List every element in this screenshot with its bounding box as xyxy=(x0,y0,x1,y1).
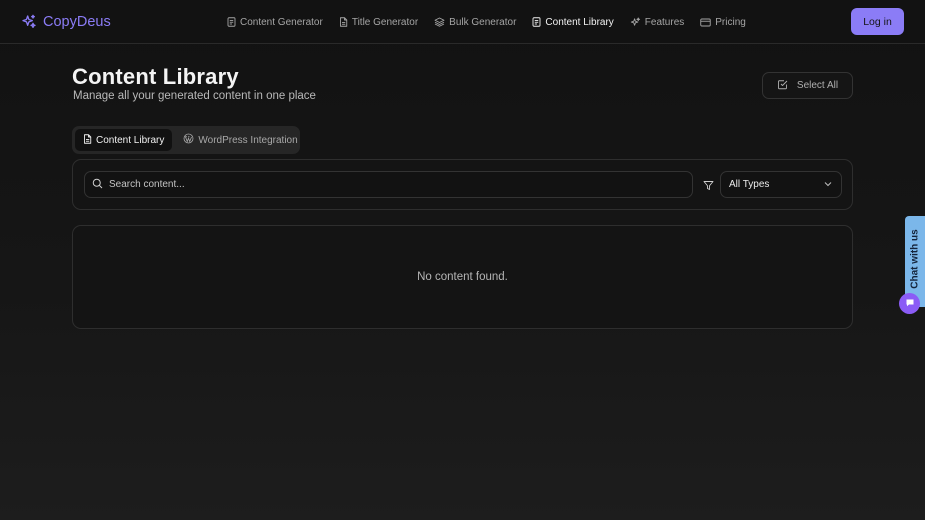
credit-card-icon xyxy=(700,18,711,27)
wordpress-icon xyxy=(183,133,194,147)
filter-panel: All Types xyxy=(72,159,853,210)
search-input[interactable] xyxy=(109,179,669,190)
nav-item-label: Pricing xyxy=(715,16,746,28)
layers-icon xyxy=(434,17,445,27)
document-icon xyxy=(532,17,541,27)
nav-item-label: Bulk Generator xyxy=(449,16,517,28)
chat-widget-label: Chat with us xyxy=(909,229,921,289)
nav-item-title-generator[interactable]: Title Generator xyxy=(339,17,418,28)
tab-label: Content Library xyxy=(96,134,165,146)
tab-label: WordPress Integration xyxy=(198,134,298,146)
nav-item-content-library[interactable]: Content Library xyxy=(532,16,614,28)
document-icon xyxy=(227,17,236,27)
nav-item-features[interactable]: Features xyxy=(630,17,684,28)
nav-item-bulk-generator[interactable]: Bulk Generator xyxy=(434,17,516,28)
tab-wordpress-integration[interactable]: WordPress Integration xyxy=(175,129,305,151)
filter-icon[interactable] xyxy=(703,178,714,196)
page-subtitle: Manage all your generated content in one… xyxy=(73,90,316,102)
page-title: Content Library xyxy=(72,64,239,89)
nav-item-pricing[interactable]: Pricing xyxy=(700,17,746,28)
chat-icon xyxy=(905,295,915,313)
nav-item-label: Content Generator xyxy=(240,16,323,28)
tab-content-library[interactable]: Content Library xyxy=(75,129,173,151)
chat-bubble-button[interactable] xyxy=(899,293,920,314)
search-box[interactable] xyxy=(84,171,693,198)
type-select[interactable]: All Types xyxy=(720,171,842,198)
top-navigation-bar: CopyDeus Content Generator Title Generat… xyxy=(0,0,925,44)
nav-item-label: Features xyxy=(644,16,685,28)
select-all-button[interactable]: Select All xyxy=(762,72,853,99)
nav-item-content-generator[interactable]: Content Generator xyxy=(227,17,323,28)
file-icon xyxy=(339,17,348,27)
select-all-label: Select All xyxy=(796,80,839,91)
login-button[interactable]: Log in xyxy=(851,8,904,35)
brand-logo[interactable]: CopyDeus xyxy=(21,12,111,32)
nav-item-label: Content Library xyxy=(545,16,614,28)
library-tabs: Content Library WordPress Integration xyxy=(72,126,300,154)
empty-state-message: No content found. xyxy=(417,271,508,283)
checkbox-icon xyxy=(777,79,788,93)
main-nav: Content Generator Title Generator Bulk G… xyxy=(227,14,746,30)
content-list-panel: No content found. xyxy=(72,225,853,329)
document-icon xyxy=(83,133,92,147)
chevron-down-icon xyxy=(824,179,832,190)
nav-item-label: Title Generator xyxy=(351,16,419,28)
search-icon xyxy=(92,176,103,194)
sparkles-icon xyxy=(21,14,37,30)
brand-name: CopyDeus xyxy=(43,14,111,30)
type-select-value: All Types xyxy=(729,179,770,190)
sparkles-icon xyxy=(630,16,641,28)
